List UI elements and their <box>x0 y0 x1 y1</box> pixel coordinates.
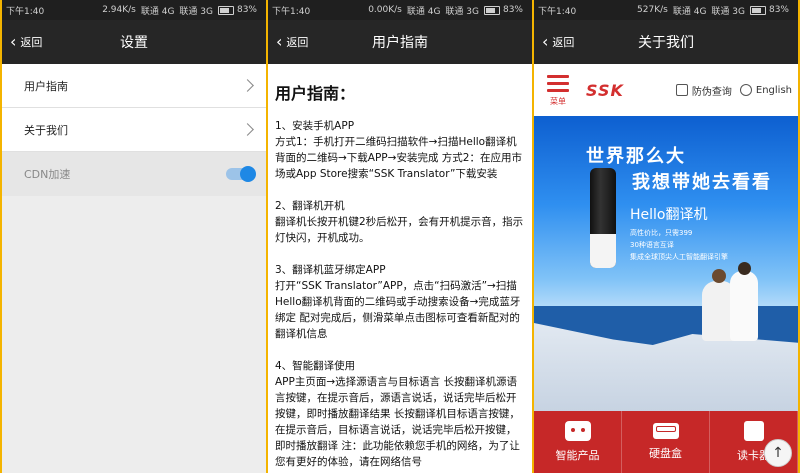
category-disk-enclosure[interactable]: 硬盘盒 <box>622 411 710 473</box>
status-time: 下午1:40 <box>272 6 311 17</box>
translator-device-image <box>590 168 616 268</box>
status-carrier-2: 联通 3G <box>445 6 479 17</box>
robot-icon <box>564 421 591 441</box>
settings-item-user-guide[interactable]: 用户指南 <box>2 64 266 108</box>
back-label: 返回 <box>20 36 43 49</box>
back-button[interactable]: ‹ 返回 <box>10 20 42 64</box>
about-us-screen: 下午1:40 527K/s 联通 4G 联通 3G 83% ‹ 返回 关于我们 … <box>534 0 798 473</box>
search-icon <box>675 84 688 96</box>
guide-section: 1、安装手机APP 方式1：手机打开二维码扫描软件→扫描Hello翻译机背面的二… <box>275 118 524 182</box>
guide-section: 2、翻译机开机 翻译机长按开机键2秒后松开，会有开机提示音，指示灯快闪，开机成功… <box>275 198 524 246</box>
back-label: 返回 <box>286 36 309 49</box>
page-title: 用户指南 <box>372 35 428 51</box>
product-name: Hello翻译机 <box>630 207 708 223</box>
page-title: 设置 <box>120 35 148 51</box>
settings-item-about-us[interactable]: 关于我们 <box>2 108 266 152</box>
hamburger-icon-bar <box>547 82 569 85</box>
status-speed: 2.94K/s <box>102 5 136 15</box>
back-button[interactable]: ‹ 返回 <box>542 20 574 64</box>
slogan-line-1: 世界那么大 <box>586 146 686 167</box>
person-2 <box>730 271 758 341</box>
status-time: 下午1:40 <box>538 6 577 17</box>
section-title: 2、翻译机开机 <box>275 200 345 212</box>
status-carrier-1: 联通 4G <box>406 6 441 17</box>
globe-icon <box>739 84 752 96</box>
battery-icon <box>483 5 500 15</box>
couple-image <box>702 261 762 341</box>
category-smart-products[interactable]: 智能产品 <box>534 411 622 473</box>
nav-bar: ‹ 返回 用户指南 <box>268 20 532 64</box>
battery-icon <box>749 5 766 15</box>
hamburger-icon <box>547 75 569 78</box>
card-reader-icon <box>743 421 764 441</box>
category-bar: 智能产品 硬盘盒 读卡器 ↑ <box>534 411 798 473</box>
head-1 <box>712 269 726 283</box>
status-time: 下午1:40 <box>6 6 45 17</box>
status-speed: 0.00K/s <box>368 5 402 15</box>
battery-icon <box>217 5 234 15</box>
ssk-logo[interactable]: SSK <box>586 81 624 100</box>
promo-banner[interactable]: 世界那么大 我想带她去看看 Hello翻译机 高性价比，只需399 30种语言互… <box>534 116 798 411</box>
device-base <box>590 234 616 268</box>
chevron-left-icon: ‹ <box>276 32 283 51</box>
head-2 <box>738 262 751 275</box>
category-label: 硬盘盒 <box>649 447 682 460</box>
settings-list: 用户指南 关于我们 CDN加速 <box>2 64 266 473</box>
settings-screen: 下午1:40 2.94K/s 联通 4G 联通 3G 83% ‹ 返回 设置 用… <box>2 0 266 473</box>
cdn-toggle[interactable] <box>226 166 256 182</box>
category-label: 智能产品 <box>555 449 600 462</box>
chevron-right-icon <box>241 79 254 92</box>
status-carrier-2: 联通 3G <box>179 6 213 17</box>
guide-content: 用户指南： 1、安装手机APP 方式1：手机打开二维码扫描软件→扫描Hello翻… <box>268 64 532 470</box>
back-label: 返回 <box>552 36 575 49</box>
guide-section: 3、翻译机蓝牙绑定APP 打开“SSK Translator”APP，点击“扫码… <box>275 262 524 342</box>
nav-bar: ‹ 返回 设置 <box>2 20 266 64</box>
status-speed: 527K/s <box>637 5 668 15</box>
guide-section: 4、智能翻译使用 APP主页面→选择源语言与目标语言 长按翻译机源语言按键，在提… <box>275 358 524 470</box>
product-feature: 高性价比，只需399 <box>630 229 693 237</box>
section-body: 方式1：手机打开二维码扫描软件→扫描Hello翻译机背面的二维码→下载APP→安… <box>275 136 522 180</box>
status-bar: 下午1:40 0.00K/s 联通 4G 联通 3G 83% <box>268 0 532 20</box>
user-guide-screen: 下午1:40 0.00K/s 联通 4G 联通 3G 83% ‹ 返回 用户指南… <box>268 0 532 473</box>
back-to-top-button[interactable]: ↑ <box>764 439 792 467</box>
nav-bar: ‹ 返回 关于我们 <box>534 20 798 64</box>
hamburger-icon-bar <box>547 89 569 92</box>
battery-level: 83% <box>236 5 257 15</box>
cdn-label: CDN加速 <box>24 168 71 181</box>
product-feature: 30种语言互译 <box>630 241 674 249</box>
settings-item-label: 关于我们 <box>24 123 68 137</box>
toggle-knob <box>240 166 256 182</box>
section-title: 4、智能翻译使用 <box>275 360 356 372</box>
settings-item-cdn: CDN加速 <box>2 152 266 196</box>
status-bar: 下午1:40 527K/s 联通 4G 联通 3G 83% <box>534 0 798 20</box>
section-body: 打开“SSK Translator”APP，点击“扫码激活”→扫描Hello翻译… <box>275 280 521 340</box>
battery-level: 83% <box>502 5 523 15</box>
menu-button[interactable]: 菜单 <box>544 73 572 107</box>
section-title: 3、翻译机蓝牙绑定APP <box>275 264 386 276</box>
status-bar: 下午1:40 2.94K/s 联通 4G 联通 3G 83% <box>2 0 266 20</box>
status-carrier-1: 联通 4G <box>672 6 707 17</box>
guide-heading: 用户指南： <box>275 84 356 103</box>
section-body: 翻译机长按开机键2秒后松开，会有开机提示音，指示灯快闪，开机成功。 <box>275 216 524 244</box>
section-title: 1、安装手机APP <box>275 120 355 132</box>
chevron-left-icon: ‹ <box>542 32 549 51</box>
settings-item-label: 用户指南 <box>24 79 68 93</box>
header-actions: 防伪查询 English <box>675 64 792 116</box>
page-title: 关于我们 <box>638 35 694 51</box>
chevron-left-icon: ‹ <box>10 32 17 51</box>
disk-icon <box>652 423 679 439</box>
section-body: APP主页面→选择源语言与目标语言 长按翻译机源语言按键，在提示音后，源语言说话… <box>275 376 520 468</box>
status-carrier-2: 联通 3G <box>711 6 745 17</box>
slogan-line-2: 我想带她去看看 <box>632 172 772 193</box>
battery-level: 83% <box>768 5 789 15</box>
product-feature: 集成全球顶尖人工智能翻译引擎 <box>630 253 728 261</box>
chevron-right-icon <box>241 123 254 136</box>
language-link[interactable]: English <box>756 85 792 96</box>
menu-label: 菜单 <box>550 97 566 106</box>
site-header: 菜单 SSK 防伪查询 English <box>534 64 798 116</box>
anti-fake-query-link[interactable]: 防伪查询 <box>692 83 732 98</box>
back-button[interactable]: ‹ 返回 <box>276 20 308 64</box>
status-carrier-1: 联通 4G <box>140 6 175 17</box>
